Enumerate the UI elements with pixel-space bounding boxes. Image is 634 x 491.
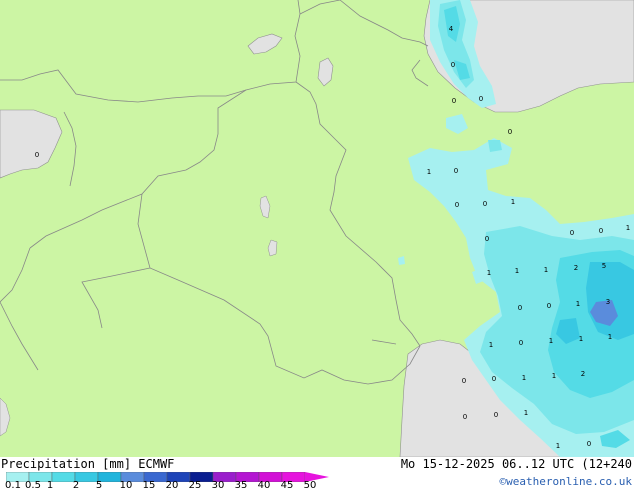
precip-value-label: 3 <box>606 298 610 306</box>
precip-value-label: 1 <box>427 168 431 176</box>
precip-value-label: 0 <box>452 97 456 105</box>
precip-value-label: 1 <box>524 409 528 417</box>
precip-value-label: 1 <box>549 337 553 345</box>
precip-value-label: 1 <box>556 442 560 450</box>
precip-value-label: 0 <box>599 227 603 235</box>
precip-value-label: 0 <box>508 128 512 136</box>
map-title: Precipitation [mm] ECMWF <box>1 457 175 471</box>
precip-value-label: 0 <box>462 377 466 385</box>
precip-value-label: 5 <box>602 262 606 270</box>
legend-tick-label: 20 <box>165 480 179 491</box>
precip-value-label: 1 <box>576 300 580 308</box>
legend-footer: Precipitation [mm] ECMWF Mo 15-12-2025 0… <box>0 457 634 491</box>
precip-value-label: 0 <box>483 200 487 208</box>
precip-value-label: 1 <box>608 333 612 341</box>
precip-value-label: 1 <box>515 267 519 275</box>
precip-value-label: 1 <box>487 269 491 277</box>
precip-value-label: 0 <box>570 229 574 237</box>
precip-value-label: 1 <box>489 341 493 349</box>
precip-value-label: 4 <box>449 25 454 33</box>
legend-tick-label: 0.5 <box>25 480 41 491</box>
legend-tick-label: 45 <box>280 480 294 491</box>
precip-value-label: 0 <box>587 440 591 448</box>
precip-value-label: 0 <box>492 375 496 383</box>
precip-value-label: 0 <box>451 61 455 69</box>
legend-tick-label: 2 <box>72 480 80 491</box>
precip-value-label: 2 <box>581 370 585 378</box>
precip-value-label: 1 <box>579 335 583 343</box>
legend-tick-label: 35 <box>234 480 248 491</box>
precip-value-label: 0 <box>455 201 459 209</box>
precipitation-map: 4 0 0 0 0 0 1 0 0 0 1 0 0 1 0 1 1 1 2 5 0 0 1 3 1 0 1 1 1 0 0 1 1 2 0 0 1 1 0 <box>0 0 634 458</box>
legend-swatch <box>51 472 76 482</box>
legend-tick-label: 30 <box>211 480 225 491</box>
precip-value-label: 0 <box>35 151 39 159</box>
precip-value-label: 0 <box>485 235 489 243</box>
precip-value-label: 1 <box>552 372 556 380</box>
legend-tick-label: 50 <box>303 480 317 491</box>
precip-value-label: 0 <box>519 339 523 347</box>
legend-tick-label: 0.1 <box>5 480 21 491</box>
precip-value-label: 0 <box>494 411 498 419</box>
legend-tick-label: 25 <box>188 480 202 491</box>
legend-tick-label: 40 <box>257 480 271 491</box>
precip-value-label: 0 <box>479 95 483 103</box>
precip-value-label: 0 <box>518 304 522 312</box>
precip-value-label: 1 <box>511 198 515 206</box>
precip-value-label: 0 <box>463 413 467 421</box>
precip-value-label: 0 <box>547 302 551 310</box>
precip-value-label: 1 <box>544 266 548 274</box>
legend-tick-label: 5 <box>95 480 103 491</box>
precip-value-label: 0 <box>454 167 458 175</box>
precip-value-label: 1 <box>522 374 526 382</box>
forecast-datetime: Mo 15-12-2025 06..12 UTC (12+240 <box>400 457 632 471</box>
precip-value-label: 1 <box>626 224 630 232</box>
precip-value-label: 2 <box>574 264 578 272</box>
legend-tick-label: 10 <box>119 480 133 491</box>
credit-text: ©weatheronline.co.uk <box>499 475 632 488</box>
legend-tick-label: 15 <box>142 480 156 491</box>
legend-tick-label: 1 <box>46 480 54 491</box>
